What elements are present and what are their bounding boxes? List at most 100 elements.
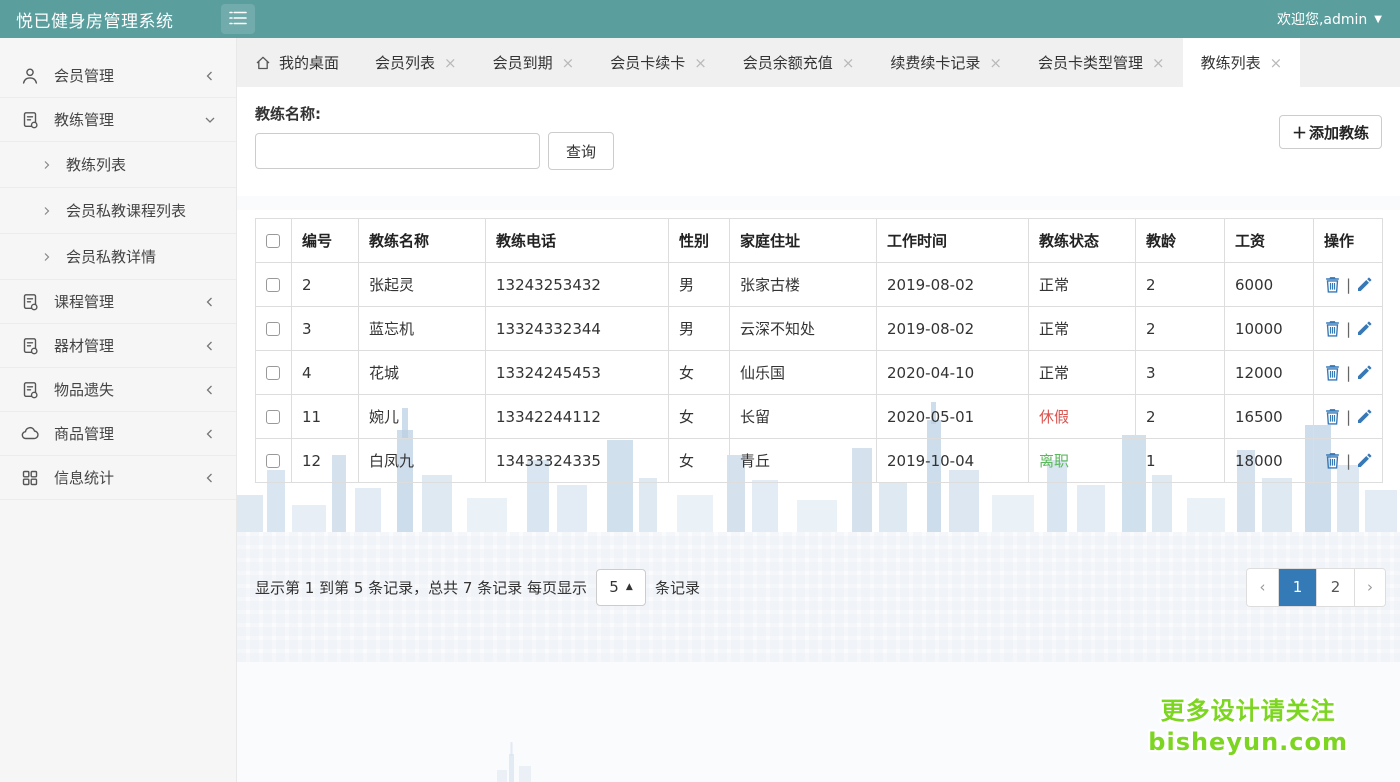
- chevron-left-icon: [204, 384, 216, 396]
- delete-icon[interactable]: [1324, 276, 1341, 293]
- cell-address: 云深不知处: [730, 307, 877, 351]
- cell-work-date: 2020-04-10: [877, 351, 1029, 395]
- query-button[interactable]: 查询: [548, 132, 614, 170]
- tab-member-list[interactable]: 会员列表 ×: [357, 38, 475, 87]
- cell-status: 正常: [1029, 351, 1136, 395]
- chevron-down-icon: ▼: [1374, 14, 1382, 25]
- close-icon[interactable]: ×: [842, 54, 855, 72]
- file-icon: [20, 110, 40, 130]
- cell-gender: 女: [669, 395, 730, 439]
- cell-years: 2: [1136, 263, 1225, 307]
- chevron-left-icon: [204, 296, 216, 308]
- file-icon: [20, 380, 40, 400]
- app-header: 悦已健身房管理系统 欢迎您,admin ▼: [0, 0, 1400, 38]
- tab-coach-list[interactable]: 教练列表 ×: [1183, 38, 1301, 87]
- edit-icon[interactable]: [1356, 365, 1372, 381]
- sidebar-item-member-management[interactable]: 会员管理: [0, 54, 236, 98]
- sidebar: 会员管理 教练管理 教练列表 会员私教课程列表 会员私教详情: [0, 38, 237, 782]
- cell-phone: 13243253432: [486, 263, 669, 307]
- cell-address: 长留: [730, 395, 877, 439]
- tab-card-renewal[interactable]: 会员卡续卡 ×: [592, 38, 725, 87]
- prev-page-button[interactable]: ‹: [1247, 569, 1278, 606]
- search-panel: 教练名称: 查询 ＋添加教练: [237, 87, 1400, 196]
- tab-my-desktop[interactable]: 我的桌面: [237, 38, 357, 87]
- sidebar-item-lost-items[interactable]: 物品遗失: [0, 368, 236, 412]
- cell-status: 正常: [1029, 307, 1136, 351]
- cell-address: 青丘: [730, 439, 877, 483]
- edit-icon[interactable]: [1356, 409, 1372, 425]
- select-all-checkbox[interactable]: [266, 234, 280, 248]
- delete-icon[interactable]: [1324, 320, 1341, 337]
- edit-icon[interactable]: [1356, 453, 1372, 469]
- tab-renewal-records[interactable]: 续费续卡记录 ×: [872, 38, 1020, 87]
- delete-icon[interactable]: [1324, 452, 1341, 469]
- cell-name: 白凤九: [359, 439, 486, 483]
- next-page-button[interactable]: ›: [1354, 569, 1385, 606]
- close-icon[interactable]: ×: [694, 54, 707, 72]
- pagination: 显示第 1 到第 5 条记录，总共 7 条记录 每页显示 5 ▲ 条记录 ‹ 1…: [255, 565, 1386, 609]
- sidebar-subitem-label: 会员私教课程列表: [66, 200, 186, 221]
- page-button-2[interactable]: 2: [1316, 569, 1354, 606]
- column-header: 编号: [292, 219, 359, 263]
- sidebar-subitem-label: 会员私教详情: [66, 246, 156, 267]
- tab-label: 会员卡续卡: [610, 52, 685, 73]
- sidebar-subitem-member-private-detail[interactable]: 会员私教详情: [0, 234, 236, 280]
- page-button-1[interactable]: 1: [1278, 569, 1316, 606]
- chevron-left-icon: [204, 70, 216, 82]
- add-coach-button[interactable]: ＋添加教练: [1279, 115, 1382, 149]
- row-checkbox[interactable]: [266, 278, 280, 292]
- sidebar-item-label: 信息统计: [54, 467, 114, 488]
- tab-bar: 我的桌面 会员列表 × 会员到期 × 会员卡续卡 × 会员余额充值 × 续费续卡…: [237, 38, 1400, 87]
- delete-icon[interactable]: [1324, 408, 1341, 425]
- sidebar-item-coach-management[interactable]: 教练管理: [0, 98, 236, 142]
- pagination-suffix: 条记录: [655, 577, 700, 598]
- table-row: 4 花城 13324245453 女 仙乐国 2020-04-10 正常 3 1…: [256, 351, 1383, 395]
- app-title: 悦已健身房管理系统: [0, 7, 221, 32]
- close-icon[interactable]: ×: [1152, 54, 1165, 72]
- edit-icon[interactable]: [1356, 277, 1372, 293]
- column-header: 教龄: [1136, 219, 1225, 263]
- cell-gender: 女: [669, 351, 730, 395]
- close-icon[interactable]: ×: [989, 54, 1002, 72]
- sidebar-item-equipment-management[interactable]: 器材管理: [0, 324, 236, 368]
- sidebar-item-info-statistics[interactable]: 信息统计: [0, 456, 236, 500]
- close-icon[interactable]: ×: [562, 54, 575, 72]
- row-checkbox[interactable]: [266, 454, 280, 468]
- promo-line1: 更多设计请关注: [1148, 696, 1348, 727]
- chevron-left-icon: [204, 340, 216, 352]
- tab-card-type-management[interactable]: 会员卡类型管理 ×: [1020, 38, 1183, 87]
- user-menu[interactable]: 欢迎您,admin ▼: [1277, 9, 1382, 29]
- sidebar-item-course-management[interactable]: 课程管理: [0, 280, 236, 324]
- action-separator: |: [1346, 408, 1351, 426]
- sidebar-subitem-coach-list[interactable]: 教练列表: [0, 142, 236, 188]
- sidebar-item-product-management[interactable]: 商品管理: [0, 412, 236, 456]
- tab-label: 我的桌面: [279, 52, 339, 73]
- close-icon[interactable]: ×: [444, 54, 457, 72]
- page-size-select[interactable]: 5 ▲: [596, 569, 646, 606]
- row-checkbox[interactable]: [266, 410, 280, 424]
- cloud-icon: [20, 424, 40, 444]
- file-icon: [20, 292, 40, 312]
- edit-icon[interactable]: [1356, 321, 1372, 337]
- cell-gender: 男: [669, 263, 730, 307]
- action-separator: |: [1346, 320, 1351, 338]
- coach-table: 编号教练名称教练电话性别家庭住址工作时间教练状态教龄工资操作 2 张起灵 132…: [255, 218, 1383, 483]
- cell-phone: 13342244112: [486, 395, 669, 439]
- cell-years: 1: [1136, 439, 1225, 483]
- table-row: 2 张起灵 13243253432 男 张家古楼 2019-08-02 正常 2…: [256, 263, 1383, 307]
- sidebar-toggle-button[interactable]: [221, 4, 255, 34]
- tab-balance-recharge[interactable]: 会员余额充值 ×: [725, 38, 873, 87]
- sidebar-subitem-member-private-course-list[interactable]: 会员私教课程列表: [0, 188, 236, 234]
- chevron-right-icon: [42, 206, 52, 216]
- action-separator: |: [1346, 452, 1351, 470]
- cell-phone: 13433324335: [486, 439, 669, 483]
- delete-icon[interactable]: [1324, 364, 1341, 381]
- pagination-summary: 显示第 1 到第 5 条记录，总共 7 条记录 每页显示: [255, 577, 587, 598]
- coach-name-input[interactable]: [255, 133, 540, 169]
- tab-member-expiry[interactable]: 会员到期 ×: [475, 38, 593, 87]
- chevron-left-icon: [204, 472, 216, 484]
- row-checkbox[interactable]: [266, 322, 280, 336]
- row-checkbox[interactable]: [266, 366, 280, 380]
- chevron-left-icon: [204, 428, 216, 440]
- close-icon[interactable]: ×: [1270, 54, 1283, 72]
